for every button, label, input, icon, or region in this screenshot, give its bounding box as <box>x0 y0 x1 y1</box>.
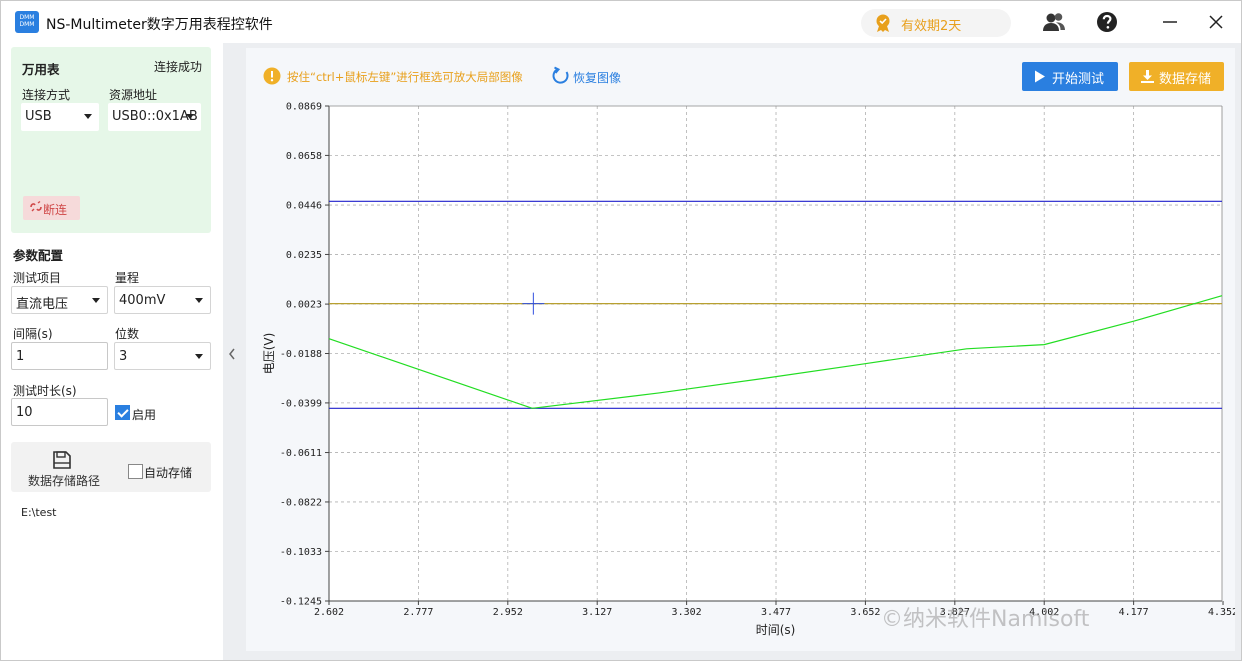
chevron-down-icon <box>84 114 92 119</box>
range-label: 量程 <box>115 271 140 285</box>
enable-checkbox[interactable] <box>115 405 130 420</box>
x-tick-label: 4.177 <box>1119 607 1149 618</box>
unlink-icon <box>30 200 42 212</box>
storage-panel: 数据存储路径 自动存储 <box>11 442 211 492</box>
x-axis-label: 时间(s) <box>756 623 796 637</box>
digits-select[interactable]: 3 <box>114 342 211 370</box>
help-icon[interactable] <box>1095 10 1119 34</box>
interval-label: 间隔(s) <box>13 327 53 341</box>
y-tick-label: 0.0235 <box>286 250 322 261</box>
watermark: ©纳米软件Namisoft <box>881 607 1090 632</box>
y-axis-label: 电压(V) <box>262 333 276 375</box>
resource-address-value: USB0::0x1AB <box>112 109 198 124</box>
app-title: NS-Multimeter数字万用表程控软件 <box>46 17 273 33</box>
params-heading: 参数配置 <box>13 248 64 263</box>
x-tick-label: 4.352 <box>1208 607 1235 618</box>
logo-text-bottom: DMM <box>19 21 35 28</box>
y-tick-label: 0.0446 <box>286 201 322 212</box>
chevron-left-icon[interactable] <box>227 347 237 361</box>
connection-mode-value: USB <box>25 109 52 124</box>
minimize-icon[interactable] <box>1158 10 1182 34</box>
logo-text-top: DMM <box>19 14 35 21</box>
test-item-select[interactable]: 直流电压 <box>11 286 108 314</box>
chart-panel: 按住“ctrl+鼠标左键”进行框选可放大局部图像 恢复图像 开始测试 数据存储 … <box>246 48 1235 651</box>
digits-value: 3 <box>119 349 128 364</box>
duration-label: 测试时长(s) <box>13 384 77 398</box>
range-value: 400mV <box>119 293 166 308</box>
x-tick-label: 3.302 <box>672 607 702 618</box>
connection-status: 连接成功 <box>153 60 202 74</box>
connection-mode-label: 连接方式 <box>22 88 71 102</box>
interval-input[interactable]: 1 <box>11 342 108 370</box>
x-tick-label: 3.652 <box>850 607 880 618</box>
x-tick-label: 3.127 <box>582 607 612 618</box>
y-tick-label: -0.1033 <box>280 547 322 558</box>
y-tick-label: -0.0399 <box>280 398 322 409</box>
user-icon[interactable] <box>1042 10 1066 34</box>
x-tick-label: 2.777 <box>403 607 433 618</box>
multimeter-heading: 万用表 <box>22 62 60 77</box>
enable-label: 启用 <box>132 408 157 422</box>
medal-icon <box>876 14 890 32</box>
y-tick-label: -0.0188 <box>280 349 322 360</box>
chevron-down-icon <box>186 114 194 119</box>
app-window: DMM DMM NS-Multimeter数字万用表程控软件 有效期2天 万用表… <box>0 0 1242 661</box>
x-tick-label: 3.477 <box>761 607 791 618</box>
y-tick-label: -0.1245 <box>280 597 322 608</box>
y-tick-label: -0.0822 <box>280 497 322 508</box>
save-disk-icon[interactable] <box>52 450 72 470</box>
left-panel: 万用表 连接成功 连接方式 资源地址 USB USB0::0x1AB 断连 参数… <box>1 43 223 660</box>
test-item-label: 测试项目 <box>13 271 62 285</box>
x-tick-label: 2.602 <box>314 607 344 618</box>
voltage-chart[interactable]: 2.602 2.777 2.952 3.127 3.302 3.477 3.652 3.827… <box>246 48 1235 651</box>
storage-path: E:\test <box>21 506 57 519</box>
disconnect-button[interactable]: 断连 <box>23 196 80 220</box>
resource-address-label: 资源地址 <box>109 88 158 102</box>
title-bar: DMM DMM NS-Multimeter数字万用表程控软件 有效期2天 <box>1 1 1241 43</box>
close-icon[interactable] <box>1204 10 1228 34</box>
chevron-down-icon <box>195 298 203 303</box>
disconnect-label: 断连 <box>43 203 68 217</box>
multimeter-panel: 万用表 连接成功 连接方式 资源地址 USB USB0::0x1AB 断连 <box>11 47 211 233</box>
test-item-value: 直流电压 <box>16 297 69 312</box>
app-logo-icon: DMM DMM <box>15 11 39 33</box>
auto-save-checkbox[interactable] <box>128 464 143 479</box>
chevron-down-icon <box>195 354 203 359</box>
x-tick-label: 2.952 <box>493 607 523 618</box>
digits-label: 位数 <box>115 327 140 341</box>
main-area: 按住“ctrl+鼠标左键”进行框选可放大局部图像 恢复图像 开始测试 数据存储 … <box>240 43 1241 660</box>
y-tick-label: -0.0611 <box>280 448 322 459</box>
duration-input[interactable]: 10 <box>11 398 108 426</box>
auto-save-label: 自动存储 <box>144 466 193 480</box>
panel-splitter[interactable] <box>223 43 240 660</box>
storage-path-button[interactable]: 数据存储路径 <box>28 472 100 489</box>
y-tick-label: 0.0658 <box>286 151 322 162</box>
validity-badge[interactable]: 有效期2天 <box>861 9 1011 37</box>
y-tick-label: 0.0023 <box>286 300 322 311</box>
range-select[interactable]: 400mV <box>114 286 211 314</box>
validity-text: 有效期2天 <box>901 19 962 34</box>
connection-mode-select[interactable]: USB <box>21 103 99 131</box>
chevron-down-icon <box>92 298 100 303</box>
resource-address-select[interactable]: USB0::0x1AB <box>108 103 201 131</box>
y-tick-label: 0.0869 <box>286 102 322 113</box>
